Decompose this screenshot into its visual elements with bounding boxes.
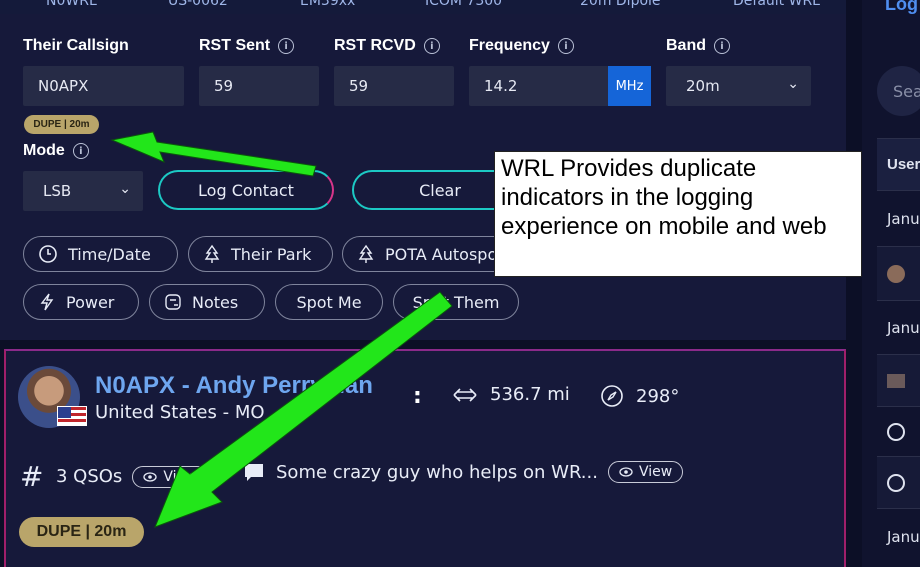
annotation-arrows xyxy=(110,131,453,528)
arrow-to-small-dupe xyxy=(110,131,317,177)
arrow-to-large-dupe xyxy=(154,291,453,528)
sidebar-header: Log xyxy=(885,0,918,14)
user-circle-icon xyxy=(887,422,905,441)
avatar xyxy=(887,373,905,388)
avatar xyxy=(887,264,905,283)
sidebar-row[interactable]: Janu xyxy=(877,190,920,246)
sidebar-row[interactable]: Janu xyxy=(877,508,920,564)
sidebar-row[interactable] xyxy=(877,456,920,508)
sidebar-search-input[interactable]: Sea xyxy=(877,66,920,116)
user-circle-icon xyxy=(887,473,905,492)
sidebar-row[interactable]: Janu xyxy=(877,300,920,354)
sidebar-row[interactable] xyxy=(877,406,920,456)
sidebar-row[interactable] xyxy=(877,246,920,300)
sidebar-row[interactable] xyxy=(877,354,920,406)
sidebar-column-header[interactable]: User xyxy=(877,138,920,190)
